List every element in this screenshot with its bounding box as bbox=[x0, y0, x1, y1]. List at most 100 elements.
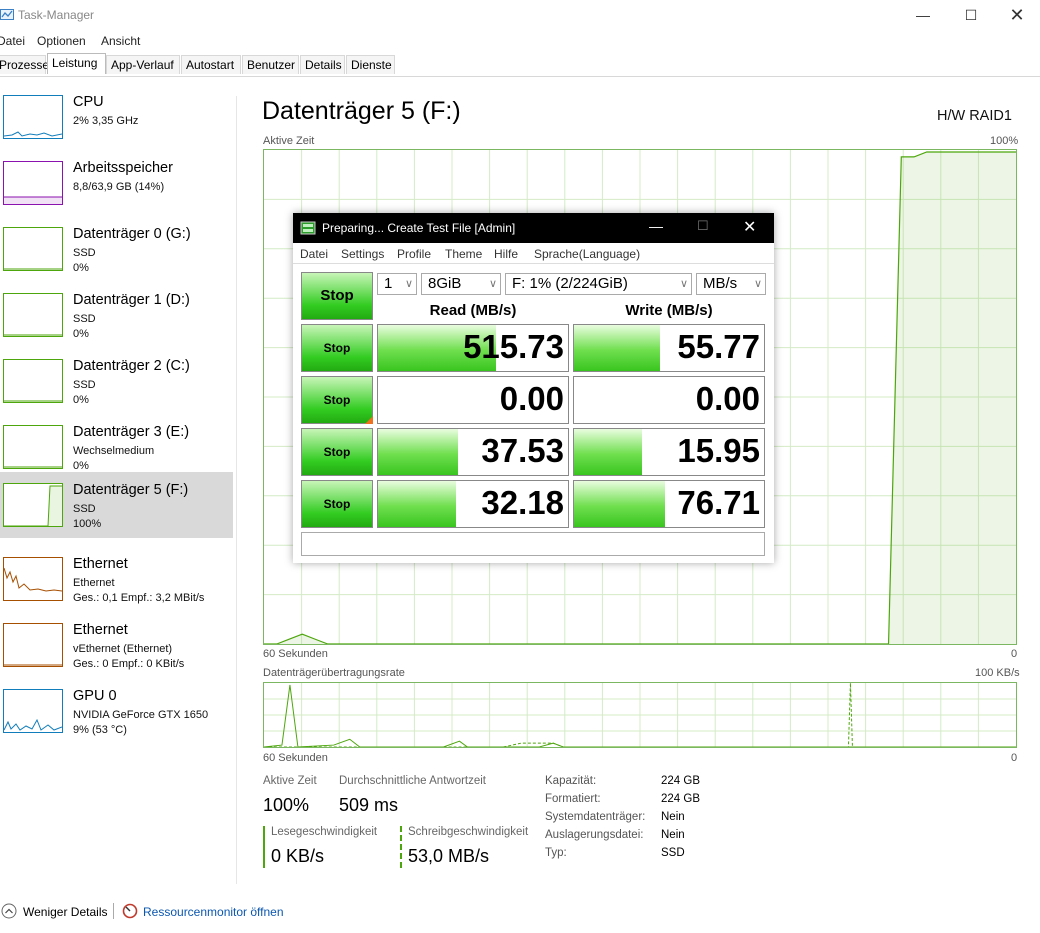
tab-leistung[interactable]: Leistung bbox=[47, 53, 106, 74]
resource-monitor-link[interactable]: Ressourcenmonitor öffnen bbox=[143, 905, 284, 919]
close-button[interactable]: ✕ bbox=[994, 0, 1040, 30]
benchmark-menu-hilfe[interactable]: Hilfe bbox=[494, 247, 518, 261]
disk-model: H/W RAID1 bbox=[937, 108, 1012, 124]
sidebar-item-label: Ethernet bbox=[73, 556, 128, 572]
tab-app-verlauf[interactable]: App-Verlauf bbox=[106, 55, 180, 74]
comment-input[interactable] bbox=[301, 532, 765, 556]
row1-stop-button[interactable]: Stop bbox=[301, 324, 373, 372]
benchmark-menu-language[interactable]: Sprache(Language) bbox=[534, 247, 640, 261]
tab-autostart[interactable]: Autostart bbox=[181, 55, 241, 74]
chevron-up-icon[interactable] bbox=[1, 903, 17, 919]
row4-read-cell: 32.18 bbox=[377, 480, 569, 528]
menu-ansicht[interactable]: Ansicht bbox=[101, 34, 140, 48]
benchmark-minimize-button[interactable]: — bbox=[649, 218, 663, 234]
graph2-label: Datenträgerübertragungsrate bbox=[263, 667, 405, 679]
read-header: Read (MB/s) bbox=[429, 302, 517, 319]
active-time-value: 100% bbox=[263, 795, 310, 815]
drive-select[interactable]: F: 1% (2/224GiB) ∨ bbox=[505, 273, 692, 295]
sidebar-item-label: CPU bbox=[73, 94, 104, 110]
benchmark-menu-profile[interactable]: Profile bbox=[397, 247, 431, 261]
footer: Weniger Details Ressourcenmonitor öffnen bbox=[0, 898, 1040, 924]
sidebar-item[interactable]: Datenträger 3 (E:) Wechselmedium 0% bbox=[0, 414, 233, 480]
row1-write-cell: 55.77 bbox=[573, 324, 765, 372]
sidebar-item-detail: 0% bbox=[73, 328, 89, 340]
sidebar-item-detail: 9% (53 °C) bbox=[73, 724, 127, 736]
sidebar-item-detail: Ethernet bbox=[73, 577, 115, 589]
tab-dienste[interactable]: Dienste bbox=[346, 55, 395, 74]
benchmark-title: Preparing... Create Test File [Admin] bbox=[322, 221, 516, 235]
sidebar-item[interactable]: Datenträger 5 (F:) SSD 100% bbox=[0, 472, 233, 538]
menu-optionen[interactable]: Optionen bbox=[37, 34, 86, 48]
graph2-time: 60 Sekunden bbox=[263, 752, 328, 764]
row4-read-value: 32.18 bbox=[481, 484, 564, 521]
minimize-button[interactable]: — bbox=[900, 0, 946, 30]
row3-stop-button[interactable]: Stop bbox=[301, 428, 373, 476]
row2-write-value: 0.00 bbox=[695, 380, 760, 417]
sidebar-item-sparkline bbox=[4, 718, 62, 731]
footer-divider bbox=[113, 903, 114, 919]
maximize-button[interactable]: ☐ bbox=[948, 0, 994, 30]
chevron-down-icon: ∨ bbox=[753, 278, 762, 290]
benchmark-maximize-button[interactable]: ☐ bbox=[697, 218, 709, 234]
size-select[interactable]: 8GiB ∨ bbox=[421, 273, 501, 295]
sidebar-item-detail: NVIDIA GeForce GTX 1650 bbox=[73, 709, 209, 721]
row4-read-bar bbox=[378, 481, 456, 527]
window-title: Task-Manager bbox=[18, 8, 95, 22]
sidebar-item[interactable]: Ethernet Ethernet Ges.: 0,1 Empf.: 3,2 MBi… bbox=[0, 546, 233, 612]
sidebar-item[interactable]: Datenträger 0 (G:) SSD 0% bbox=[0, 216, 233, 282]
less-details-link[interactable]: Weniger Details bbox=[23, 905, 107, 919]
row3-write-value: 15.95 bbox=[677, 432, 760, 469]
benchmark-menu-theme[interactable]: Theme bbox=[445, 247, 482, 261]
sidebar-item[interactable]: Datenträger 1 (D:) SSD 0% bbox=[0, 282, 233, 348]
sidebar-item[interactable]: GPU 0 NVIDIA GeForce GTX 1650 9% (53 °C) bbox=[0, 678, 233, 744]
unit-select[interactable]: MB/s ∨ bbox=[696, 273, 766, 295]
sidebar-item-detail: 2% 3,35 GHz bbox=[73, 115, 139, 127]
sidebar-item-label: Datenträger 1 (D:) bbox=[73, 292, 190, 308]
sidebar-item[interactable]: CPU 2% 3,35 GHz bbox=[0, 84, 233, 150]
sidebar-item-thumbnail bbox=[3, 483, 63, 527]
info-key: Formatiert: bbox=[545, 793, 601, 805]
response-time-label: Durchschnittliche Antwortzeit bbox=[339, 775, 487, 787]
row1-read-value: 515.73 bbox=[463, 328, 564, 365]
row1-read-cell: 515.73 bbox=[377, 324, 569, 372]
count-select[interactable]: 1 ∨ bbox=[377, 273, 417, 295]
tab-benutzer[interactable]: Benutzer bbox=[242, 55, 299, 74]
sidebar-item-detail: 100% bbox=[73, 518, 102, 530]
row2-write-cell: 0.00 bbox=[573, 376, 765, 424]
write-header: Write (MB/s) bbox=[625, 302, 713, 319]
all-stop-button[interactable]: Stop bbox=[301, 272, 373, 320]
menu-datei[interactable]: Datei bbox=[0, 34, 25, 48]
tab-details[interactable]: Details bbox=[300, 55, 345, 74]
tab-prozesse[interactable]: Prozesse bbox=[0, 55, 49, 74]
graph2-zero: 0 bbox=[1011, 752, 1018, 764]
sidebar-item-detail: 0% bbox=[73, 262, 89, 274]
sidebar-item-detail: SSD bbox=[73, 379, 96, 391]
sidebar-item[interactable]: Arbeitsspeicher 8,8/63,9 GB (14%) bbox=[0, 150, 233, 216]
info-value: 224 GB bbox=[661, 775, 700, 787]
row3-read-bar bbox=[378, 429, 458, 475]
graph1-max: 100% bbox=[990, 135, 1019, 147]
row2-stop-button[interactable]: Stop bbox=[301, 376, 373, 424]
sidebar-item-thumbnail bbox=[3, 359, 63, 403]
disk-info-table: Kapazität: 224 GB Formatiert: 224 GB Sys… bbox=[545, 775, 745, 867]
sidebar-item-thumbnail bbox=[3, 623, 63, 667]
sidebar-item-label: Datenträger 5 (F:) bbox=[73, 482, 189, 498]
row4-stop-button[interactable]: Stop bbox=[301, 480, 373, 528]
resource-monitor-icon[interactable] bbox=[122, 903, 138, 919]
benchmark-menu-datei[interactable]: Datei bbox=[300, 247, 328, 261]
graph2-max: 100 KB/s bbox=[975, 667, 1020, 679]
benchmark-window: Preparing... Create Test File [Admin] — … bbox=[293, 213, 774, 563]
graph1-time: 60 Sekunden bbox=[263, 648, 328, 660]
sidebar-item-detail: SSD bbox=[73, 503, 96, 515]
benchmark-menu-settings[interactable]: Settings bbox=[341, 247, 384, 261]
row3-write-cell: 15.95 bbox=[573, 428, 765, 476]
sidebar-item-detail: Ges.: 0,1 Empf.: 3,2 MBit/s bbox=[73, 592, 205, 604]
sidebar-item-detail: Ges.: 0 Empf.: 0 KBit/s bbox=[73, 658, 185, 670]
sidebar-item[interactable]: Datenträger 2 (C:) SSD 0% bbox=[0, 348, 233, 414]
write-speed-label: Schreibgeschwindigkeit bbox=[408, 826, 529, 838]
sidebar-item-sparkline bbox=[4, 567, 62, 592]
row4-write-bar bbox=[574, 481, 666, 527]
sidebar-item[interactable]: Ethernet vEthernet (Ethernet) Ges.: 0 Empf… bbox=[0, 612, 233, 678]
info-key: Typ: bbox=[545, 847, 567, 859]
benchmark-close-button[interactable]: ✕ bbox=[743, 217, 756, 237]
